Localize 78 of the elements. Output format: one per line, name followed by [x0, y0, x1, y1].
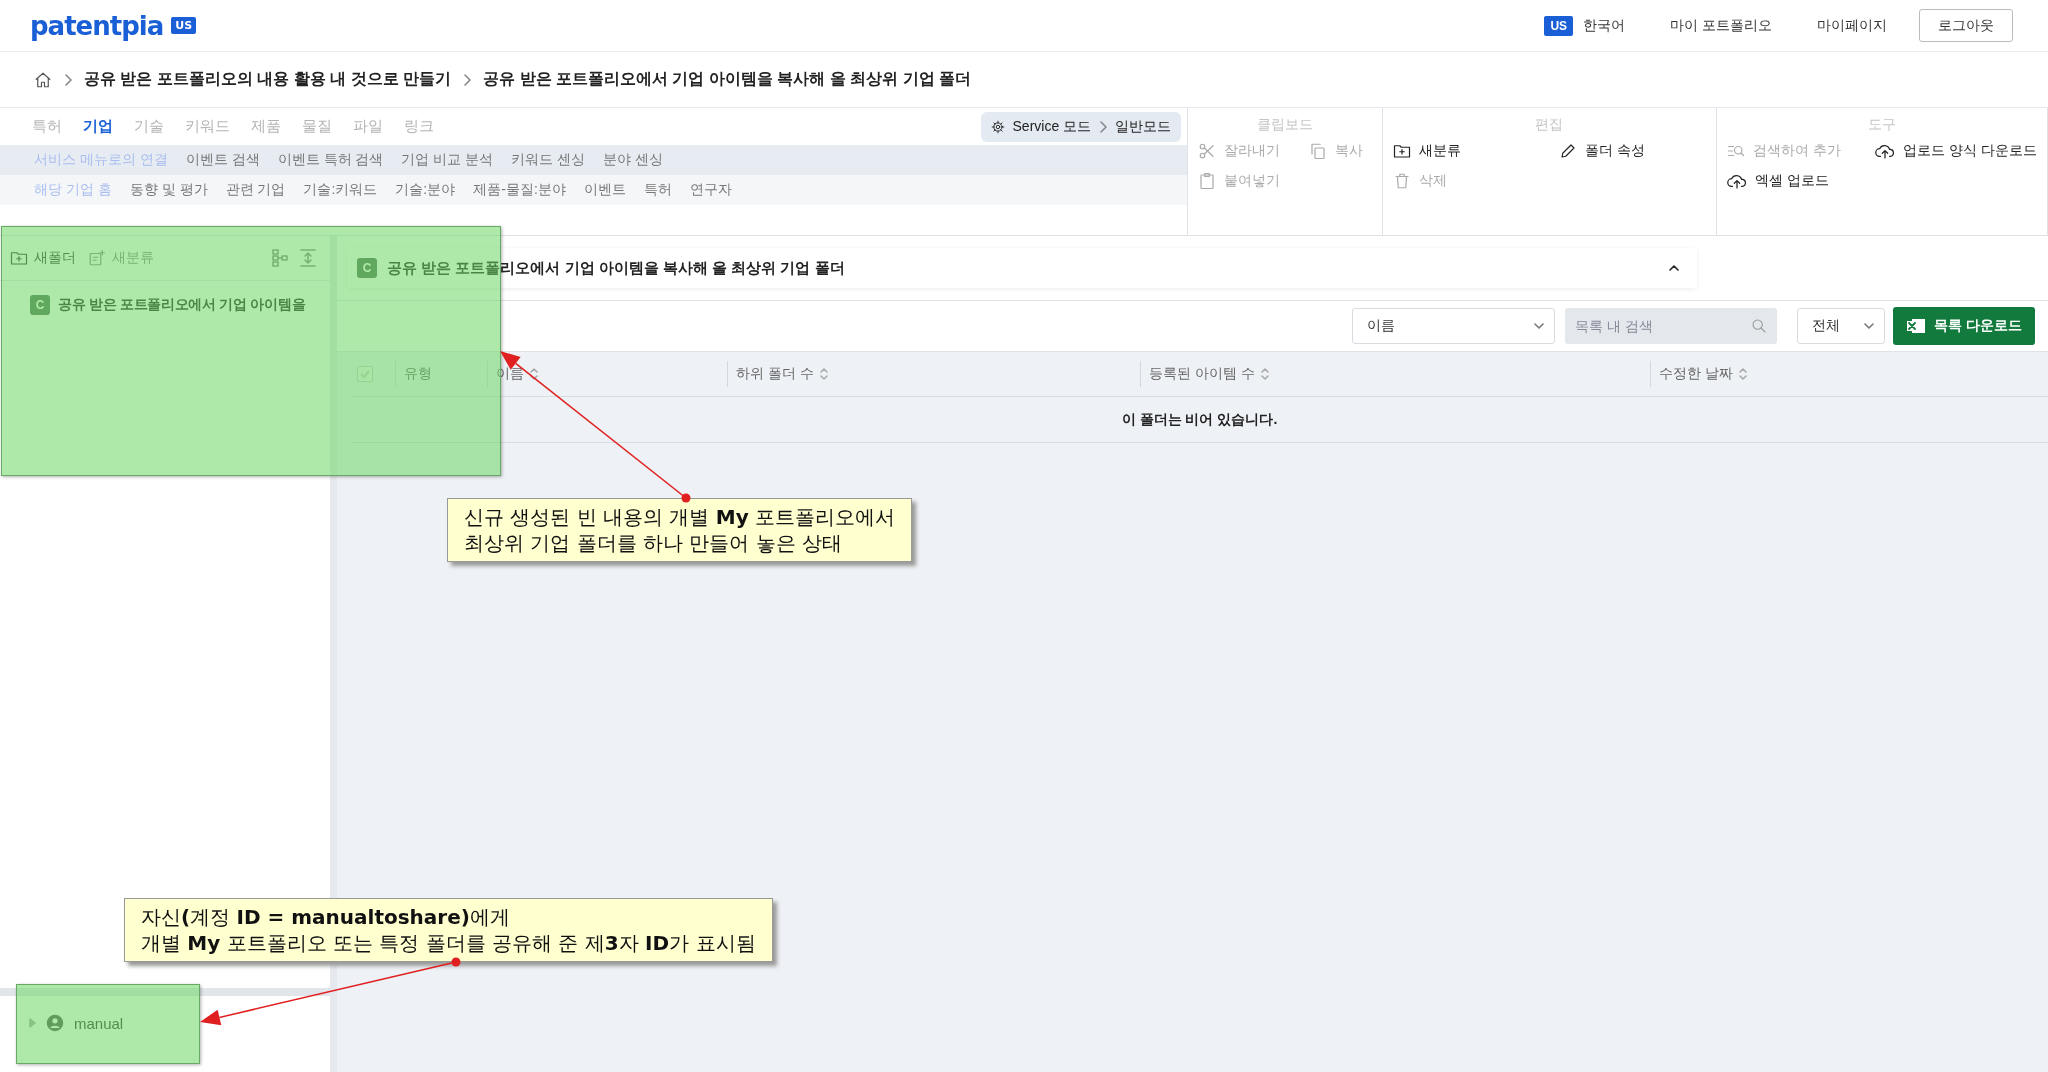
folder-plus-icon: [1392, 142, 1411, 160]
mode-label: Service 모드: [1012, 117, 1092, 136]
search-icon: [1751, 318, 1767, 334]
chevron-right-icon: [64, 73, 72, 86]
tree-view-button[interactable]: [272, 249, 288, 267]
new-folder-button[interactable]: 새폴더: [10, 249, 76, 267]
sort-select[interactable]: 이름: [1352, 308, 1555, 344]
menu-link[interactable]: 기술:분야: [395, 181, 456, 199]
empty-message: 이 폴더는 비어 있습니다.: [351, 397, 2048, 443]
callout-note: 신규 생성된 빈 내용의 개별 My 포트폴리오에서 최상위 기업 폴더를 하나 만들어 놓은 상태: [447, 498, 913, 562]
trash-icon: [1392, 172, 1411, 190]
menu-link[interactable]: 기업 비교 분석: [401, 151, 494, 169]
chevron-down-icon: [1864, 322, 1874, 330]
group-title: 편집: [1534, 116, 1565, 134]
group-title: 도구: [1866, 116, 1897, 134]
company-badge: C: [357, 258, 377, 278]
filter-select[interactable]: 전체: [1797, 308, 1885, 344]
menu-title: 해당 기업 홈: [34, 181, 112, 199]
hierarchy-icon: [272, 249, 288, 267]
tool-button[interactable]: 폴더 속성: [1559, 142, 1706, 160]
chevron-down-icon: [1534, 322, 1544, 330]
menu-link[interactable]: 이벤트 검색: [185, 151, 260, 169]
language-link[interactable]: 한국어: [1583, 16, 1626, 35]
column-header[interactable]: 등록된 아이템 수: [1140, 361, 1650, 387]
folder-plus-icon: [10, 249, 28, 267]
mode-label: 일반모드: [1115, 117, 1172, 136]
menu-link[interactable]: 연구자: [689, 181, 732, 199]
menu-link[interactable]: 관련 기업: [225, 181, 286, 199]
menu-link[interactable]: 이벤트: [583, 181, 626, 199]
logo[interactable]: patentpia: [30, 10, 164, 41]
tool-button[interactable]: 새분류: [1392, 142, 1540, 160]
menu-link[interactable]: 동향 및 평가: [129, 181, 208, 199]
copy-icon: [1308, 142, 1327, 160]
expand-icon: [300, 249, 316, 267]
nav-link[interactable]: 마이페이지: [1817, 16, 1887, 35]
tool-button[interactable]: 엑셀 업로드: [1726, 172, 1856, 190]
sort-icon: [1738, 368, 1747, 380]
sort-icon: [819, 368, 828, 380]
sort-icon: [1260, 368, 1269, 380]
note-plus-icon: [88, 249, 106, 267]
menu-link[interactable]: 특허: [643, 181, 672, 199]
home-icon: [34, 70, 52, 89]
shared-user-item[interactable]: manual: [0, 1008, 330, 1072]
chevron-right-icon: [463, 73, 472, 86]
tool-button[interactable]: 업로드 양식 다운로드: [1875, 142, 2037, 160]
spreadsheet-icon: [1906, 317, 1927, 335]
region-badge: US: [171, 17, 197, 34]
menu-link[interactable]: 제품-물질:분야: [473, 181, 566, 199]
user-icon: [46, 1014, 64, 1032]
sort-icon: [530, 368, 538, 380]
menu-title: 서비스 메뉴로의 연결: [34, 151, 168, 169]
gear-icon: [990, 119, 1005, 134]
menu-link[interactable]: 기술:키워드: [303, 181, 378, 199]
menu-link[interactable]: 키워드 센싱: [511, 151, 586, 169]
chevron-right-icon: [1099, 120, 1108, 133]
clipboard-icon: [1198, 172, 1217, 190]
scissors-icon: [1198, 142, 1217, 160]
menu-link[interactable]: 분야 센싱: [603, 151, 663, 169]
logout-button[interactable]: 로그아웃: [1919, 9, 2013, 42]
callout-note: 자신(계정 ID = manualtoshare)에게 개별 My 포트폴리오 또는 특정 폴더를 공유해 준 제3자 ID가 표시됨: [124, 898, 773, 962]
company-badge: C: [30, 295, 50, 315]
nav-link[interactable]: 마이 포트폴리오: [1670, 16, 1772, 35]
category-tab[interactable]: 기업: [83, 117, 113, 136]
search-field[interactable]: 목록 내 검색: [1565, 308, 1777, 344]
column-header: 유형: [395, 361, 487, 387]
column-header[interactable]: 하위 폴더 수: [727, 361, 1140, 387]
expand-button[interactable]: [300, 249, 316, 267]
group-title: 클립보드: [1255, 116, 1314, 134]
breadcrumb-item[interactable]: 공유 받은 포트폴리오에서 기업 아이템을 복사해 올 최상위 기업 폴더: [483, 69, 972, 90]
breadcrumb-item[interactable]: 공유 받은 포트폴리오의 내용 활용 내 것으로 만들기: [84, 69, 452, 90]
cloud-upload-icon: [1726, 172, 1747, 190]
tree-item[interactable]: C 공유 받은 포트폴리오에서 기업 아이템을: [0, 281, 330, 315]
cloud-upload-icon: [1875, 142, 1896, 160]
region-badge[interactable]: US: [1544, 15, 1574, 36]
menu-link[interactable]: 이벤트 특허 검색: [277, 151, 384, 169]
mode-path[interactable]: Service 모드 일반모드: [980, 111, 1182, 142]
column-header[interactable]: 수정한 날짜: [1650, 361, 2048, 387]
download-button[interactable]: 목록 다운로드: [1893, 307, 2035, 345]
